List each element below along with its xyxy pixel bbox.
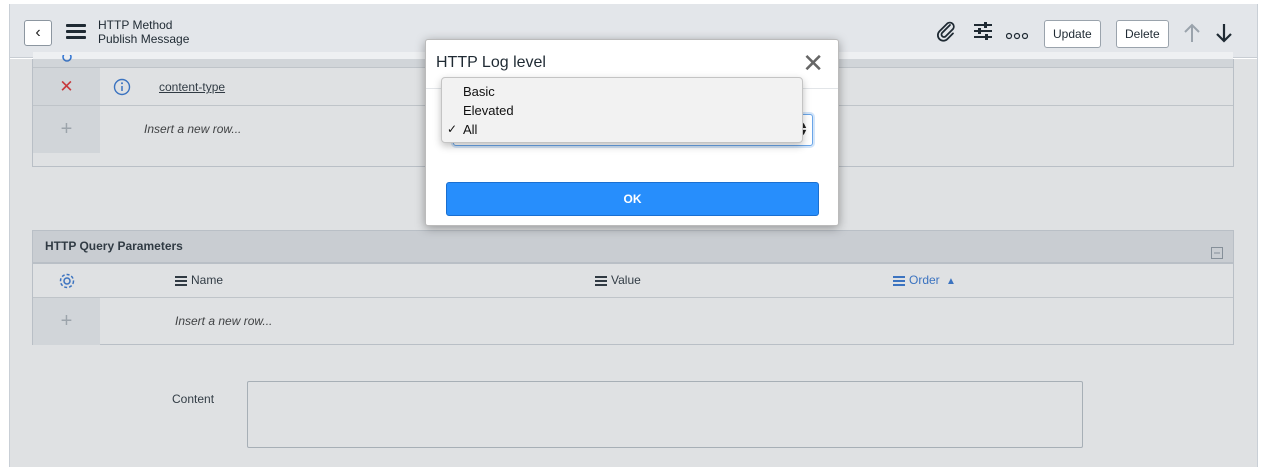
record-type: HTTP Method: [98, 18, 173, 32]
log-level-dialog: HTTP Log level ✕ ▲ ▼ Basic Elevated ✓ All…: [425, 39, 839, 226]
plus-icon[interactable]: +: [33, 106, 100, 153]
content-label: Content: [172, 392, 215, 406]
query-params-title-text: HTTP Query Parameters: [45, 239, 183, 253]
query-params-title: HTTP Query Parameters: [32, 230, 1234, 263]
delete-row-icon[interactable]: ✕: [33, 68, 100, 105]
dialog-title: HTTP Log level: [436, 54, 546, 71]
option-basic[interactable]: Basic: [442, 82, 802, 101]
option-elevated[interactable]: Elevated: [442, 101, 802, 120]
close-icon[interactable]: ✕: [802, 50, 824, 76]
insert-row: + Insert a new row...: [33, 298, 1233, 345]
chevron-left-icon: ‹: [35, 24, 41, 41]
content-textarea[interactable]: [247, 381, 1083, 448]
query-params-table: Name Value Order ▲ + Insert a new row...: [32, 263, 1234, 345]
arrow-down-icon[interactable]: [1214, 22, 1234, 47]
ok-button[interactable]: OK: [446, 182, 819, 216]
sliders-icon[interactable]: [972, 21, 994, 44]
info-icon[interactable]: [113, 78, 131, 99]
sort-asc-icon: ▲: [946, 276, 956, 287]
column-header-value[interactable]: Value: [595, 264, 641, 297]
page-title: HTTP Method Publish Message: [98, 18, 189, 46]
record-name: Publish Message: [98, 32, 190, 46]
update-button[interactable]: Update: [1044, 20, 1101, 48]
back-button[interactable]: ‹: [24, 20, 52, 46]
column-header-order[interactable]: Order ▲: [893, 264, 956, 297]
gear-icon[interactable]: [33, 264, 100, 297]
column-header-name[interactable]: Name: [175, 264, 223, 297]
option-all[interactable]: ✓ All: [442, 120, 802, 139]
arrow-up-icon[interactable]: [1182, 22, 1202, 47]
insert-row-label[interactable]: Insert a new row...: [144, 122, 241, 136]
header-name-link[interactable]: content-type: [159, 80, 225, 94]
table-header-row: Name Value Order ▲: [33, 264, 1233, 298]
delete-button[interactable]: Delete: [1116, 20, 1169, 48]
insert-row-label[interactable]: Insert a new row...: [175, 314, 272, 328]
hamburger-icon[interactable]: [66, 24, 86, 40]
paperclip-icon[interactable]: [935, 20, 957, 45]
gear-icon[interactable]: [33, 52, 100, 67]
ellipsis-icon[interactable]: [1005, 28, 1029, 43]
log-level-options: Basic Elevated ✓ All: [441, 77, 803, 143]
plus-icon[interactable]: +: [33, 298, 100, 345]
checkmark-icon: ✓: [447, 122, 458, 136]
